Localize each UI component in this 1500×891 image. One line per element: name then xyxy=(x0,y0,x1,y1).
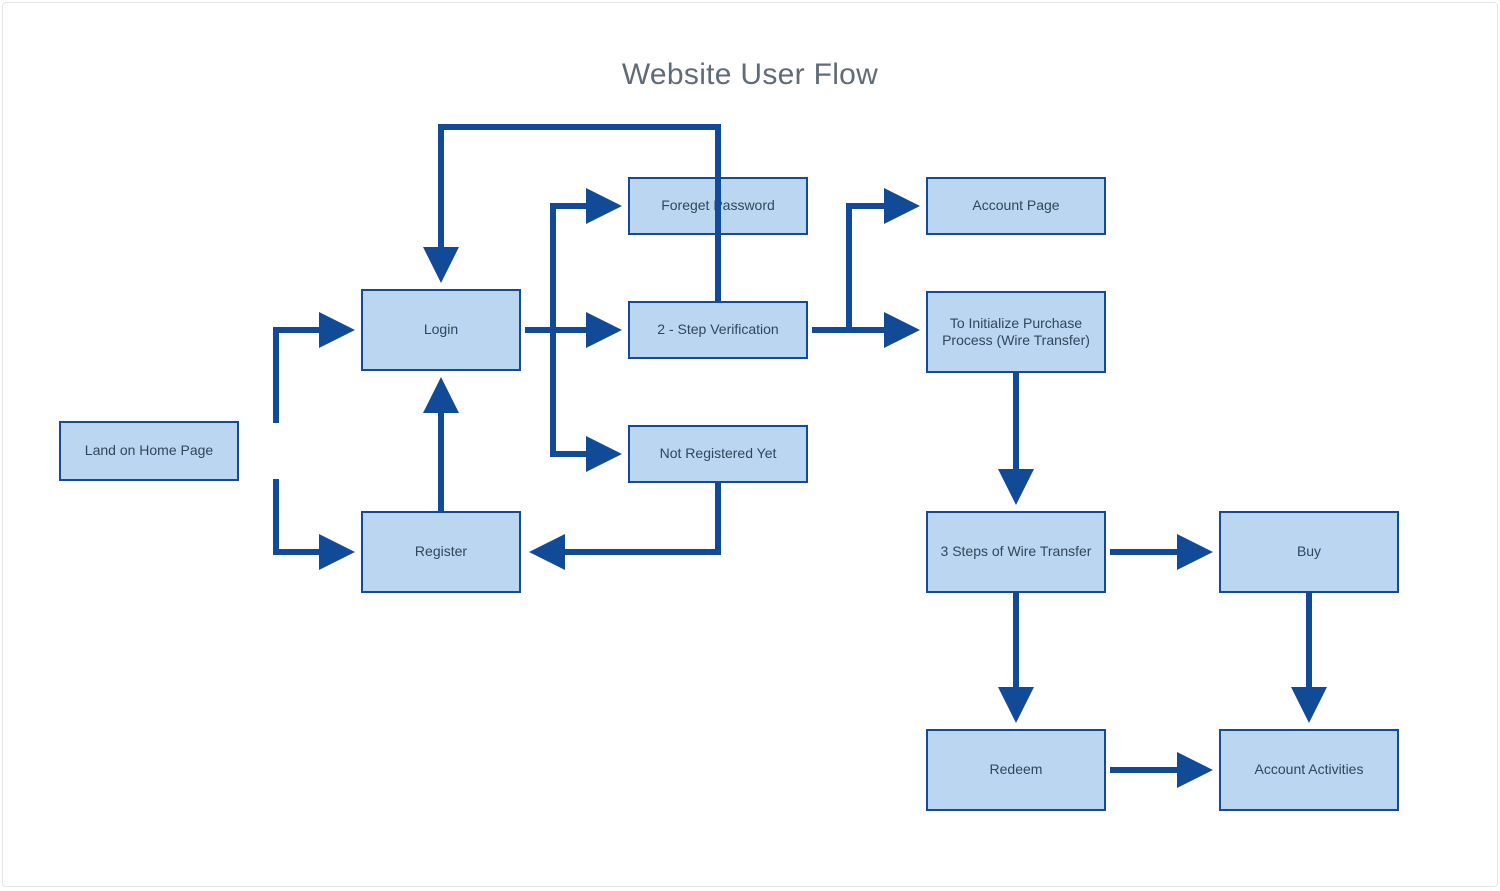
node-label: Land on Home Page xyxy=(85,442,213,460)
node-label: Login xyxy=(424,321,458,339)
arrow-home-to-login xyxy=(276,330,349,423)
node-label: Foreget Password xyxy=(661,197,775,215)
arrow-login-to-notreg xyxy=(553,330,616,454)
node-account: Account Page xyxy=(926,177,1106,235)
node-notreg: Not Registered Yet xyxy=(628,425,808,483)
node-label: To Initialize Purchase Process (Wire Tra… xyxy=(936,315,1096,350)
node-login: Login xyxy=(361,289,521,371)
node-label: Register xyxy=(415,543,467,561)
node-label: 3 Steps of Wire Transfer xyxy=(941,543,1092,561)
node-register: Register xyxy=(361,511,521,593)
node-label: 2 - Step Verification xyxy=(657,321,778,339)
node-label: Account Page xyxy=(972,197,1059,215)
arrow-login-to-forget xyxy=(553,206,616,330)
arrow-notreg-to-register xyxy=(535,483,718,552)
node-initpurchase: To Initialize Purchase Process (Wire Tra… xyxy=(926,291,1106,373)
node-activities: Account Activities xyxy=(1219,729,1399,811)
diagram-frame: Website User Flow Land on Home Page Logi… xyxy=(2,2,1498,887)
node-redeem: Redeem xyxy=(926,729,1106,811)
arrow-twostep-to-account xyxy=(849,206,914,332)
node-threesteps: 3 Steps of Wire Transfer xyxy=(926,511,1106,593)
node-label: Not Registered Yet xyxy=(660,445,777,463)
node-buy: Buy xyxy=(1219,511,1399,593)
node-label: Account Activities xyxy=(1255,761,1364,779)
node-label: Redeem xyxy=(990,761,1043,779)
node-label: Buy xyxy=(1297,543,1321,561)
node-twostep: 2 - Step Verification xyxy=(628,301,808,359)
arrow-home-to-register xyxy=(276,479,349,552)
node-forget: Foreget Password xyxy=(628,177,808,235)
node-home: Land on Home Page xyxy=(59,421,239,481)
diagram-title: Website User Flow xyxy=(3,58,1497,92)
